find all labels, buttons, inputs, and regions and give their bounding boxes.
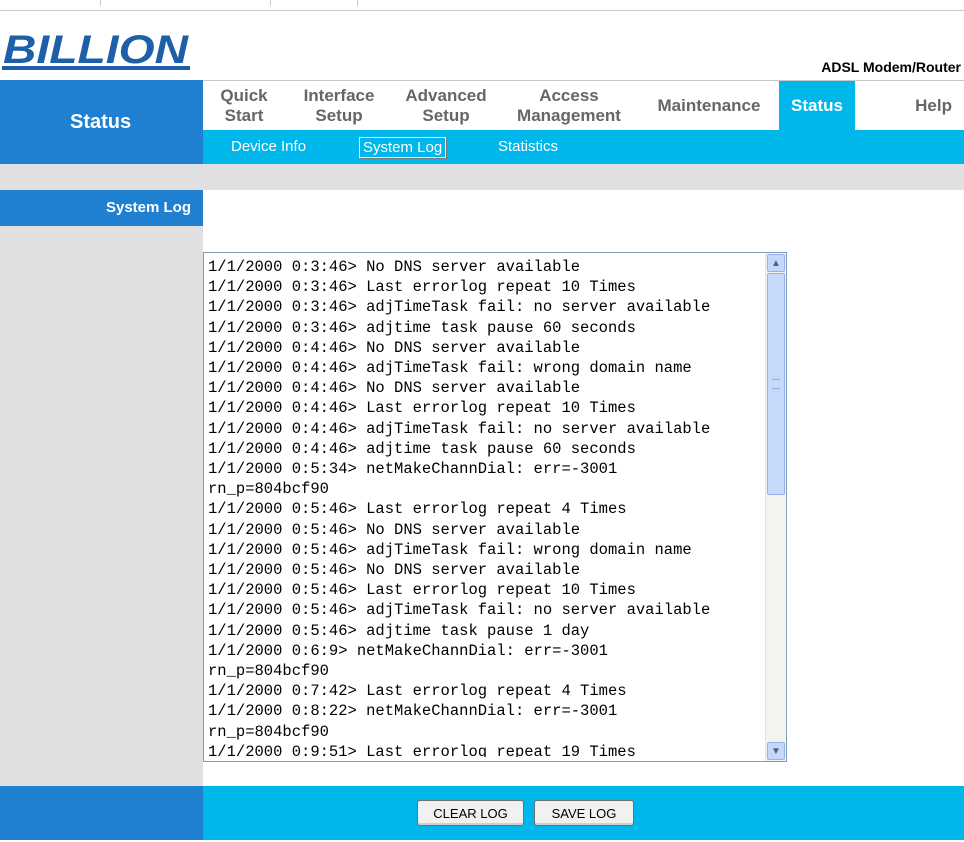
subnav-statistics[interactable]: Statistics: [498, 138, 558, 155]
log-line: 1/1/2000 0:3:46> No DNS server available: [208, 258, 581, 276]
scrollbar-grip-icon: [772, 379, 780, 389]
browser-top-strip: [0, 0, 964, 11]
log-line: rn_p=804bcf90: [208, 722, 329, 741]
gray-separator-bar: [0, 164, 964, 190]
nav-help[interactable]: Help: [855, 81, 964, 131]
save-log-button[interactable]: SAVE LOG: [534, 800, 634, 826]
log-line: 1/1/2000 0:7:42> Last errorlog repeat 4 …: [208, 682, 627, 701]
scrollbar-thumb[interactable]: [767, 273, 785, 495]
sub-nav: Device Info System Log Statistics: [203, 130, 964, 164]
log-line: 1/1/2000 0:3:46> adjTimeTask fail: no se…: [208, 298, 711, 317]
log-line: 1/1/2000 0:4:46> adjtime task pause 60 s…: [208, 439, 636, 458]
nav-label: Advanced Setup: [405, 86, 487, 125]
log-line: 1/1/2000 0:5:46> adjtime task pause 1 da…: [208, 621, 590, 640]
billion-logo: BILLION: [2, 28, 190, 72]
log-line: 1/1/2000 0:5:46> No DNS server available: [208, 561, 581, 580]
nav-access-management[interactable]: Access Management: [499, 81, 639, 131]
log-line: 1/1/2000 0:4:46> Last errorlog repeat 10…: [208, 399, 636, 418]
clear-log-button[interactable]: CLEAR LOG: [417, 800, 524, 826]
log-line: 1/1/2000 0:3:46> Last errorlog repeat 10…: [208, 278, 636, 297]
nav-quick-start[interactable]: Quick Start: [203, 81, 285, 131]
footer-left-block: [0, 786, 203, 840]
subnav-system-log[interactable]: System Log: [359, 137, 447, 158]
nav-label: Access Management: [517, 86, 621, 125]
nav-maintenance[interactable]: Maintenance: [639, 81, 779, 131]
log-line: rn_p=804bcf90: [208, 662, 329, 681]
nav-interface-setup[interactable]: Interface Setup: [285, 81, 393, 131]
log-scrollbar[interactable]: ▲ ▼: [765, 253, 786, 761]
top-strip-segment: [0, 0, 101, 6]
top-strip-segment: [100, 0, 271, 6]
system-log-textarea[interactable]: 1/1/2000 0:3:46> No DNS server available…: [203, 252, 787, 762]
left-column-filler: [0, 226, 203, 786]
section-title-block: Status: [0, 80, 203, 164]
log-line: 1/1/2000 0:4:46> No DNS server available: [208, 338, 581, 357]
scroll-up-arrow-icon[interactable]: ▲: [767, 254, 785, 272]
log-line: 1/1/2000 0:9:51> Last errorlog repeat 19…: [208, 742, 636, 757]
log-line: rn_p=804bcf90: [208, 480, 329, 499]
scroll-down-arrow-icon[interactable]: ▼: [767, 742, 785, 760]
log-line: 1/1/2000 0:5:46> adjTimeTask fail: wrong…: [208, 540, 692, 559]
model-name: ADSL Modem/Router: [821, 59, 961, 75]
log-line: 1/1/2000 0:3:46> adjtime task pause 60 s…: [208, 318, 636, 337]
log-line: 1/1/2000 0:4:46> adjTimeTask fail: no se…: [208, 419, 711, 438]
nav-label: Help: [915, 96, 952, 115]
log-line: 1/1/2000 0:5:46> No DNS server available: [208, 520, 581, 539]
nav-label: Maintenance: [657, 96, 761, 115]
log-line: 1/1/2000 0:5:46> Last errorlog repeat 4 …: [208, 500, 627, 519]
subnav-device-info[interactable]: Device Info: [231, 138, 306, 155]
log-line: 1/1/2000 0:5:46> adjTimeTask fail: no se…: [208, 601, 711, 620]
section-title: Status: [70, 111, 132, 133]
log-line: 1/1/2000 0:4:46> adjTimeTask fail: wrong…: [208, 359, 692, 378]
top-strip-segment: [270, 0, 358, 6]
nav-advanced-setup[interactable]: Advanced Setup: [393, 81, 499, 131]
logo-text: BILLION: [3, 28, 189, 72]
nav-label: Quick Start: [220, 86, 268, 125]
nav-label: Interface Setup: [303, 86, 375, 125]
log-line: 1/1/2000 0:4:46> No DNS server available: [208, 379, 581, 398]
system-log-text: 1/1/2000 0:3:46> No DNS server available…: [208, 257, 764, 757]
nav-label: Status: [791, 96, 843, 115]
sidebar-item-system-log[interactable]: System Log: [0, 190, 203, 226]
log-line: 1/1/2000 0:8:22> netMakeChannDial: err=-…: [208, 702, 618, 721]
log-line: 1/1/2000 0:6:9> netMakeChannDial: err=-3…: [208, 641, 608, 660]
main-nav: Quick Start Interface Setup Advanced Set…: [203, 80, 964, 131]
log-line: 1/1/2000 0:5:46> Last errorlog repeat 10…: [208, 581, 636, 600]
log-line: 1/1/2000 0:5:34> netMakeChannDial: err=-…: [208, 460, 618, 479]
nav-status[interactable]: Status: [779, 81, 855, 131]
